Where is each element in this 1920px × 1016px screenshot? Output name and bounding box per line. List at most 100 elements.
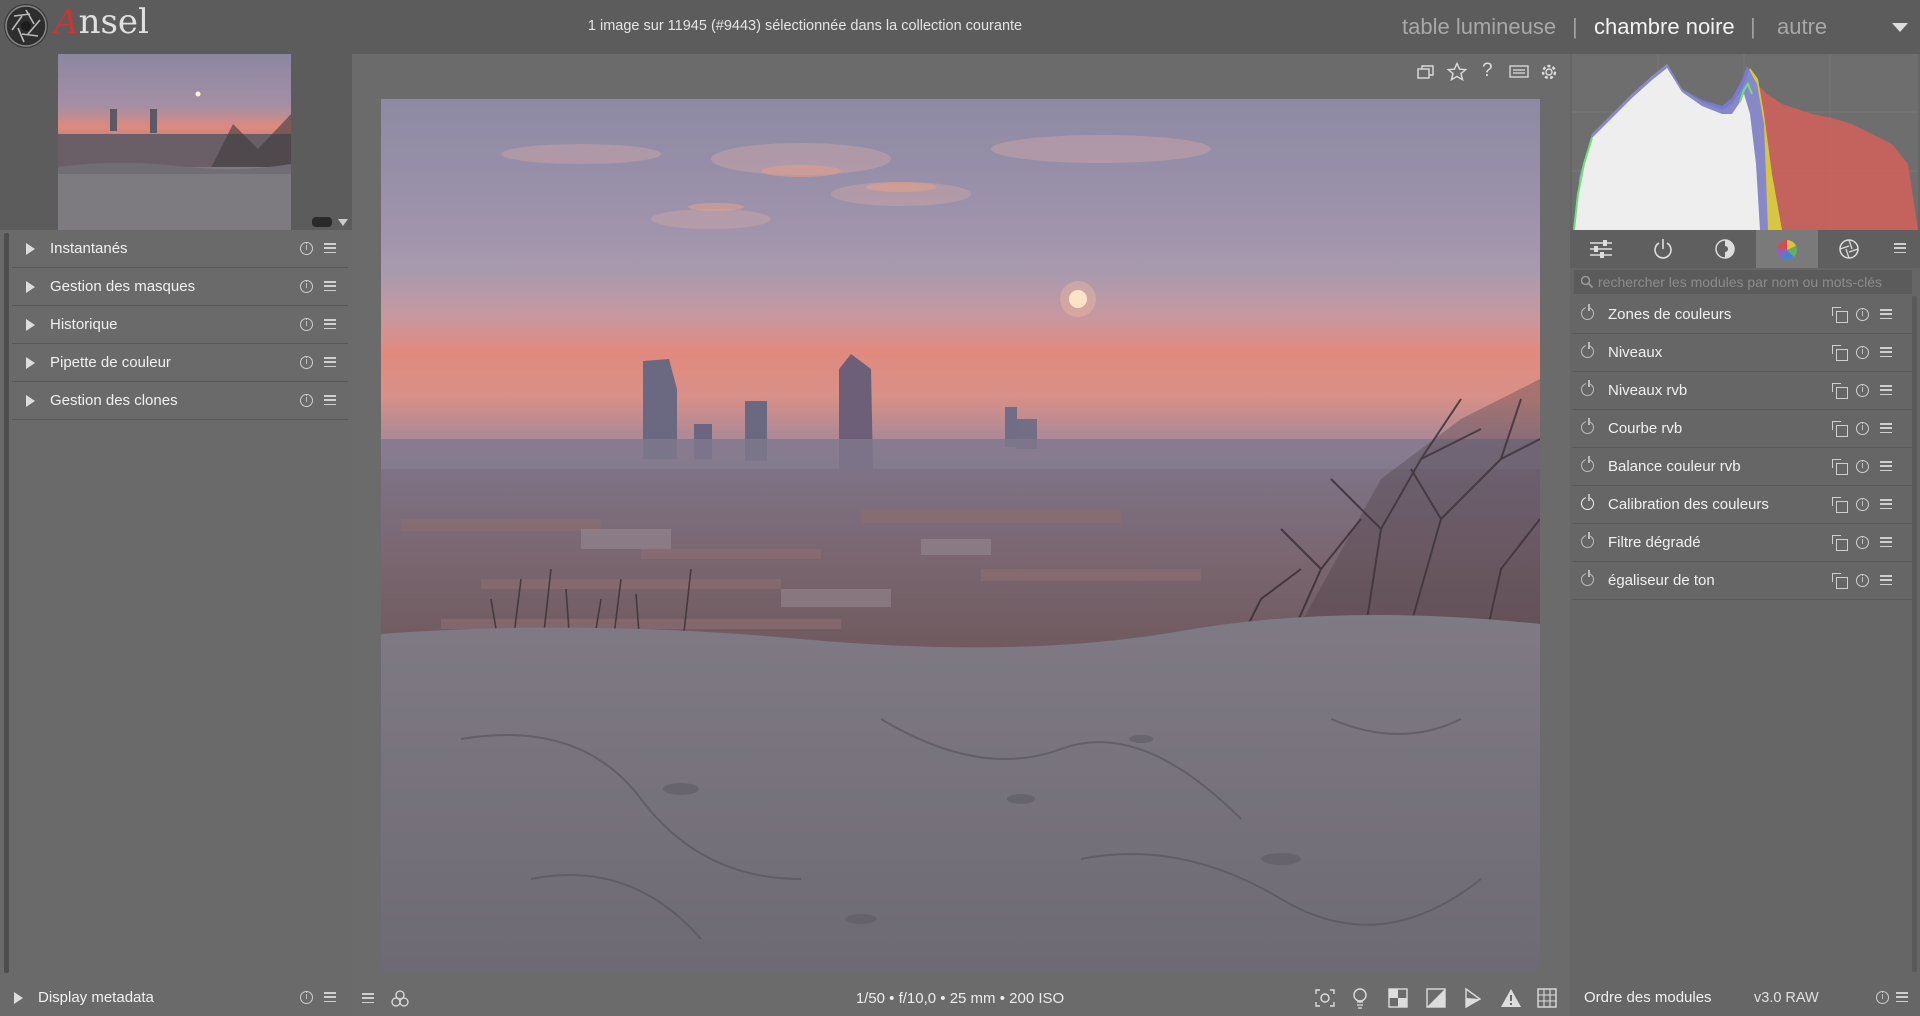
info-icon[interactable]: i — [1856, 422, 1869, 435]
module-color-calibration[interactable]: Calibration des couleurs i — [1572, 486, 1912, 524]
info-icon[interactable]: i — [1856, 384, 1869, 397]
power-icon[interactable] — [1581, 304, 1594, 320]
info-icon[interactable]: i — [300, 356, 313, 369]
bulb-icon[interactable] — [1352, 987, 1368, 1014]
info-icon[interactable]: i — [1856, 308, 1869, 321]
info-icon[interactable]: i — [300, 280, 313, 293]
module-menu-icon[interactable] — [1880, 461, 1892, 472]
styles-icon[interactable] — [390, 990, 410, 1013]
snapshot-toggle-icon[interactable] — [312, 217, 332, 227]
gamut-check-icon[interactable] — [1463, 987, 1483, 1014]
softproof-icon[interactable] — [1426, 988, 1446, 1013]
module-menu-icon[interactable] — [1880, 385, 1892, 396]
right-scrollbar[interactable] — [1912, 296, 1917, 972]
power-icon[interactable] — [1581, 380, 1594, 396]
main-image[interactable] — [381, 99, 1541, 971]
power-icon[interactable] — [1581, 532, 1594, 548]
module-menu-icon[interactable] — [1880, 309, 1892, 320]
expand-arrow-icon[interactable] — [26, 281, 35, 293]
module-menu-icon[interactable] — [324, 992, 336, 1003]
info-icon[interactable]: i — [1856, 460, 1869, 473]
tab-tone[interactable] — [1694, 230, 1756, 268]
view-other[interactable]: autre — [1777, 14, 1827, 40]
power-icon[interactable] — [1581, 494, 1594, 510]
info-icon[interactable]: i — [1876, 991, 1889, 1004]
module-graduated-filter[interactable]: Filtre dégradé i — [1572, 524, 1912, 562]
module-menu-icon[interactable] — [1880, 575, 1892, 586]
module-order-bar[interactable]: Ordre des modules v3.0 RAW i — [1570, 980, 1920, 1016]
module-menu-icon[interactable] — [1880, 499, 1892, 510]
expand-arrow-icon[interactable] — [26, 357, 35, 369]
tab-sliders[interactable] — [1570, 230, 1632, 268]
info-icon[interactable]: i — [1856, 574, 1869, 587]
module-rgb-levels[interactable]: Niveaux rvb i — [1572, 372, 1912, 410]
module-menu-icon[interactable] — [324, 319, 336, 330]
info-icon[interactable]: i — [300, 318, 313, 331]
tab-more[interactable] — [1880, 230, 1920, 268]
keyboard-icon[interactable] — [1509, 65, 1529, 84]
info-icon[interactable]: i — [300, 991, 313, 1004]
info-icon[interactable]: i — [1856, 498, 1869, 511]
module-menu-icon[interactable] — [1880, 423, 1892, 434]
module-color-balance-rgb[interactable]: Balance couleur rvb i — [1572, 448, 1912, 486]
module-menu-icon[interactable] — [324, 281, 336, 292]
instance-icon[interactable] — [1832, 383, 1848, 399]
view-darkroom[interactable]: chambre noire — [1594, 14, 1735, 40]
expand-arrow-icon[interactable] — [26, 243, 35, 255]
instance-icon[interactable] — [1832, 459, 1848, 475]
power-icon[interactable] — [1581, 342, 1594, 358]
navigation-zoom-arrow-icon[interactable] — [338, 219, 348, 226]
module-menu-icon[interactable] — [324, 395, 336, 406]
left-scrollbar[interactable] — [4, 233, 9, 973]
expand-arrow-icon[interactable] — [26, 395, 35, 407]
module-menu-icon[interactable] — [1880, 537, 1892, 548]
focus-peaking-icon[interactable] — [1314, 988, 1336, 1013]
overexposed-icon[interactable] — [1500, 988, 1522, 1013]
display-profile-icon[interactable] — [1388, 988, 1408, 1013]
instance-icon[interactable] — [1832, 535, 1848, 551]
module-tone-equalizer[interactable]: égaliseur de ton i — [1572, 562, 1912, 600]
module-menu-icon[interactable] — [1896, 992, 1908, 1003]
view-menu-arrow-icon[interactable] — [1892, 23, 1908, 32]
power-icon[interactable] — [1581, 418, 1594, 434]
instance-icon[interactable] — [1832, 497, 1848, 513]
module-menu-icon[interactable] — [1880, 347, 1892, 358]
instance-icon[interactable] — [1832, 345, 1848, 361]
info-icon[interactable]: i — [300, 394, 313, 407]
power-icon[interactable] — [1581, 456, 1594, 472]
module-levels[interactable]: Niveaux i — [1572, 334, 1912, 372]
info-icon[interactable]: i — [1856, 346, 1869, 359]
module-clones[interactable]: Gestion des clones i — [12, 382, 348, 420]
module-rgb-curve[interactable]: Courbe rvb i — [1572, 410, 1912, 448]
instance-icon[interactable] — [1832, 421, 1848, 437]
power-icon[interactable] — [1581, 570, 1594, 586]
tab-color[interactable] — [1756, 230, 1818, 268]
instance-icon[interactable] — [1832, 307, 1848, 323]
tab-active-modules[interactable] — [1632, 230, 1694, 268]
histogram[interactable] — [1572, 54, 1918, 230]
expand-arrow-icon[interactable] — [14, 992, 23, 1004]
star-icon[interactable] — [1446, 61, 1468, 87]
module-menu-icon[interactable] — [324, 357, 336, 368]
module-display-metadata[interactable]: Display metadata i — [0, 980, 352, 1016]
groups-menu-icon[interactable] — [1894, 243, 1906, 254]
info-icon[interactable]: i — [1856, 536, 1869, 549]
navigation-thumbnail[interactable] — [58, 54, 291, 230]
module-order-value[interactable]: v3.0 RAW — [1754, 990, 1819, 1006]
duplicate-icon[interactable] — [1417, 64, 1435, 85]
guides-icon[interactable] — [1537, 988, 1557, 1013]
expand-arrow-icon[interactable] — [26, 319, 35, 331]
gear-icon[interactable] — [1539, 62, 1559, 87]
instance-icon[interactable] — [1832, 573, 1848, 589]
help-icon[interactable]: ? — [1482, 60, 1493, 82]
module-color-zones[interactable]: Zones de couleurs i — [1572, 296, 1912, 334]
filmstrip-menu-icon[interactable] — [362, 993, 374, 1004]
module-history[interactable]: Historique i — [12, 306, 348, 344]
view-lighttable[interactable]: table lumineuse — [1402, 14, 1556, 40]
module-masks[interactable]: Gestion des masques i — [12, 268, 348, 306]
module-snapshots[interactable]: Instantanés i — [12, 230, 348, 268]
module-menu-icon[interactable] — [324, 243, 336, 254]
info-icon[interactable]: i — [300, 242, 313, 255]
module-color-picker[interactable]: Pipette de couleur i — [12, 344, 348, 382]
tab-correct[interactable] — [1818, 230, 1880, 268]
